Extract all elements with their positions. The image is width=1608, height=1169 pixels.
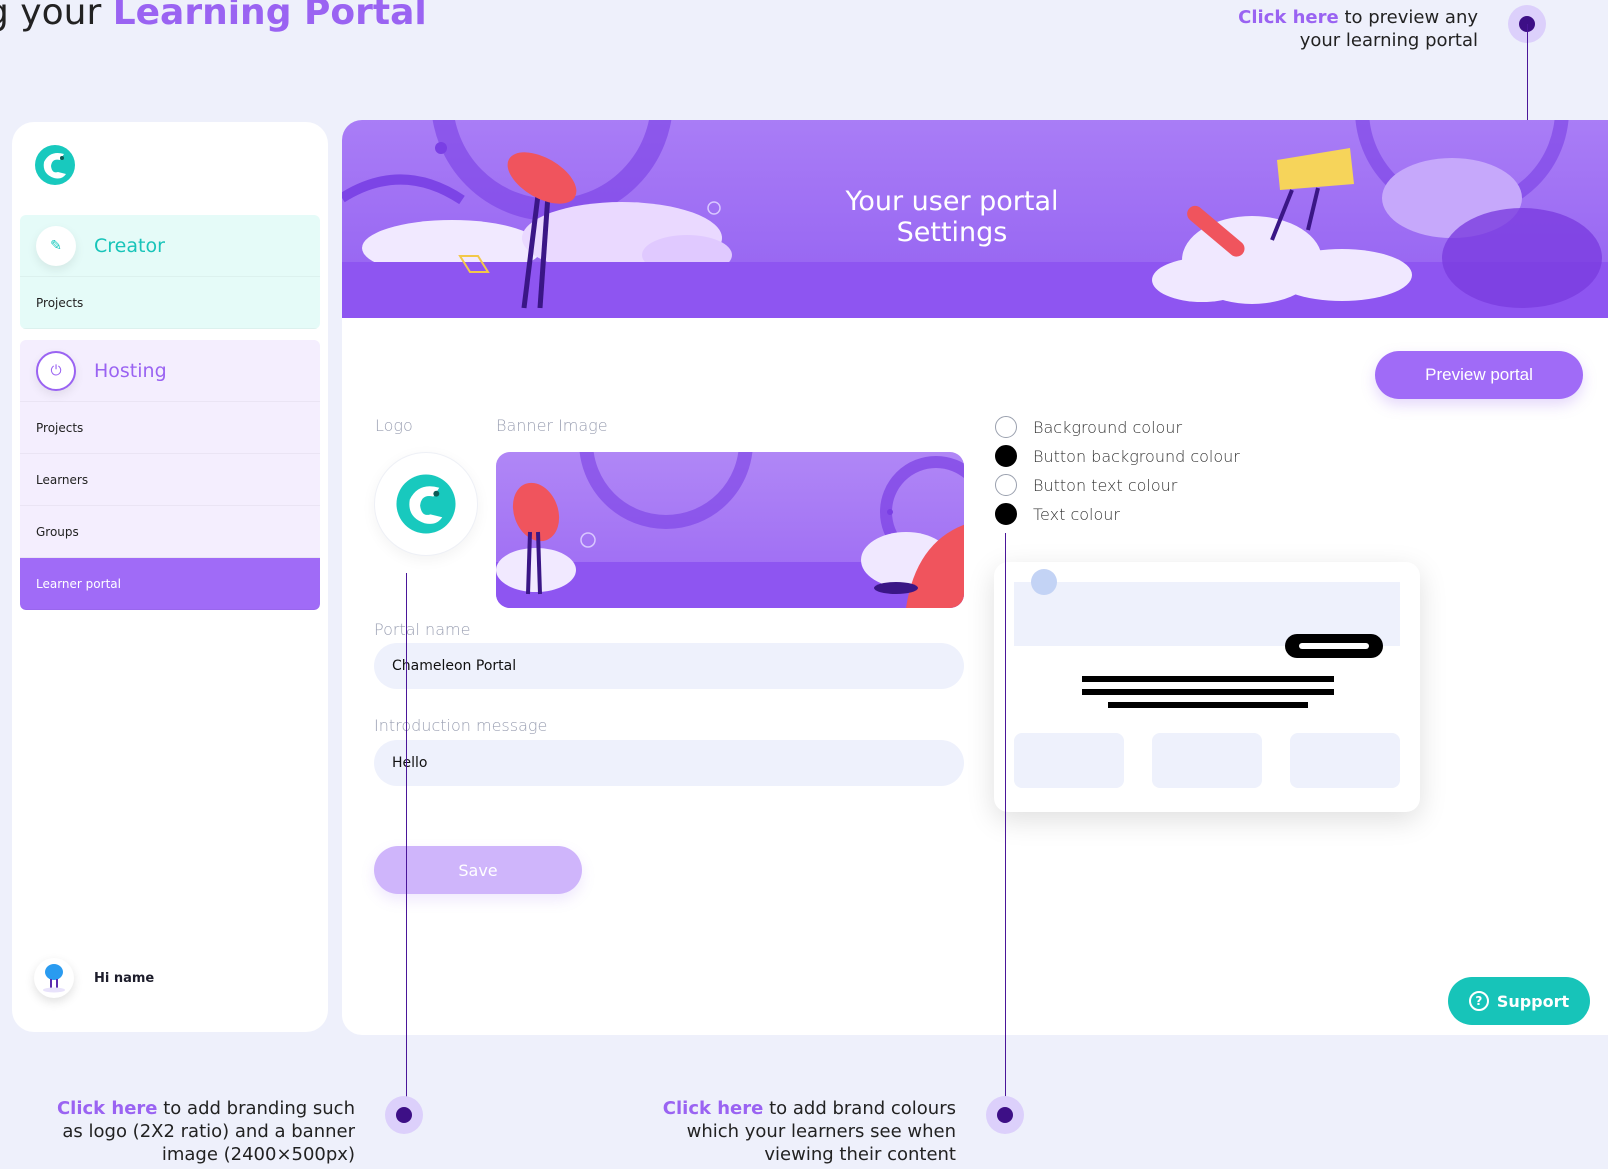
upload-icon: ⏻ xyxy=(36,350,76,391)
preview-callout-link[interactable]: Click here xyxy=(1238,7,1339,28)
page-title: g your Learning Portal xyxy=(0,0,427,33)
text-colour-label: Text colour xyxy=(1033,504,1120,524)
sidebar-item-creator-projects[interactable]: Projects xyxy=(20,277,320,329)
page-title-prefix: g your xyxy=(0,0,102,33)
branding-callout-line3: image (2400×500px) xyxy=(161,1144,355,1165)
branding-callout: Click here to add branding such as logo … xyxy=(30,1097,355,1166)
colours-callout: Click here to add brand colours which yo… xyxy=(630,1097,956,1166)
preview-portal-button[interactable]: Preview portal xyxy=(1375,351,1583,399)
branding-callout-text: to add branding such xyxy=(157,1098,355,1119)
button-text-colour-radio[interactable] xyxy=(995,474,1017,496)
colours-callout-marker xyxy=(986,1096,1024,1134)
colour-option-button-text[interactable]: Button text colour xyxy=(995,474,1177,496)
creator-title: Creator xyxy=(94,234,165,257)
colours-callout-text: to add brand colours xyxy=(763,1098,956,1119)
colours-callout-line2: which your learners see when xyxy=(686,1121,956,1142)
button-background-colour-radio[interactable] xyxy=(995,445,1017,467)
colour-option-button-background[interactable]: Button background colour xyxy=(995,445,1240,467)
background-colour-label: Background colour xyxy=(1033,417,1183,437)
preview-callout-text: to preview any xyxy=(1338,7,1478,28)
mockup-illustration xyxy=(1014,569,1400,788)
portal-banner: Your user portal Settings xyxy=(342,120,1608,318)
intro-message-field[interactable]: Hello xyxy=(374,740,964,786)
banner-title-line1: Your user portal xyxy=(845,186,1059,217)
chameleon-logo-large-icon xyxy=(396,474,456,534)
banner-image-upload[interactable] xyxy=(496,452,964,608)
banner-title-line2: Settings xyxy=(896,217,1008,248)
logo-label: Logo xyxy=(375,416,413,435)
colours-callout-link[interactable]: Click here xyxy=(663,1098,764,1119)
branding-callout-line xyxy=(406,573,407,1115)
branding-callout-link[interactable]: Click here xyxy=(57,1098,158,1119)
help-icon: ? xyxy=(1468,991,1489,1011)
portal-name-field[interactable]: Chameleon Portal xyxy=(374,643,964,689)
text-colour-radio[interactable] xyxy=(995,503,1017,525)
background-colour-radio[interactable] xyxy=(995,416,1017,438)
sidebar-item-groups[interactable]: Groups xyxy=(20,506,320,558)
sidebar-item-learners[interactable]: Learners xyxy=(20,454,320,506)
main-panel: Your user portal Settings Preview portal… xyxy=(342,120,1608,1035)
banner-title: Your user portal Settings xyxy=(742,186,1162,248)
hosting-header[interactable]: ⏻ Hosting xyxy=(20,340,320,402)
portal-name-label: Portal name xyxy=(374,620,471,639)
button-background-colour-label: Button background colour xyxy=(1033,446,1240,466)
colour-option-text[interactable]: Text colour xyxy=(995,503,1120,525)
chameleon-logo-icon[interactable] xyxy=(34,144,76,186)
user-greeting: Hi name xyxy=(94,970,155,986)
creator-header[interactable]: ✎ Creator xyxy=(20,215,320,277)
branding-callout-marker xyxy=(385,1096,423,1134)
support-label: Support xyxy=(1496,991,1570,1011)
colours-callout-line xyxy=(1005,533,1006,1115)
preview-callout: Click here to preview any your learning … xyxy=(1190,6,1478,52)
pencil-icon: ✎ xyxy=(36,225,76,266)
avatar xyxy=(34,958,74,998)
support-button[interactable]: ? Support xyxy=(1448,977,1590,1025)
page-title-accent: Learning Portal xyxy=(112,0,427,33)
hosting-title: Hosting xyxy=(94,359,167,382)
branding-callout-line2: as logo (2X2 ratio) and a banner xyxy=(62,1121,355,1142)
colours-callout-line3: viewing their content xyxy=(764,1144,956,1165)
hosting-group: ⏻ Hosting Projects Learners Groups Learn… xyxy=(20,340,320,610)
logo-upload[interactable] xyxy=(374,452,478,556)
sidebar-item-hosting-projects[interactable]: Projects xyxy=(20,402,320,454)
preview-callout-line2: your learning portal xyxy=(1299,30,1478,51)
sidebar: ✎ Creator Projects ⏻ Hosting Projects Le… xyxy=(12,122,328,1032)
sidebar-item-learner-portal[interactable]: Learner portal xyxy=(20,558,320,610)
colour-option-background[interactable]: Background colour xyxy=(995,416,1182,438)
portal-preview-mockup xyxy=(994,562,1420,812)
banner-image-label: Banner Image xyxy=(496,416,608,435)
banner-thumbnail-illustration xyxy=(496,452,964,608)
creator-group: ✎ Creator Projects xyxy=(20,215,320,329)
intro-message-label: Introduction message xyxy=(374,716,548,735)
button-text-colour-label: Button text colour xyxy=(1033,475,1178,495)
user-profile[interactable]: Hi name xyxy=(34,958,154,998)
